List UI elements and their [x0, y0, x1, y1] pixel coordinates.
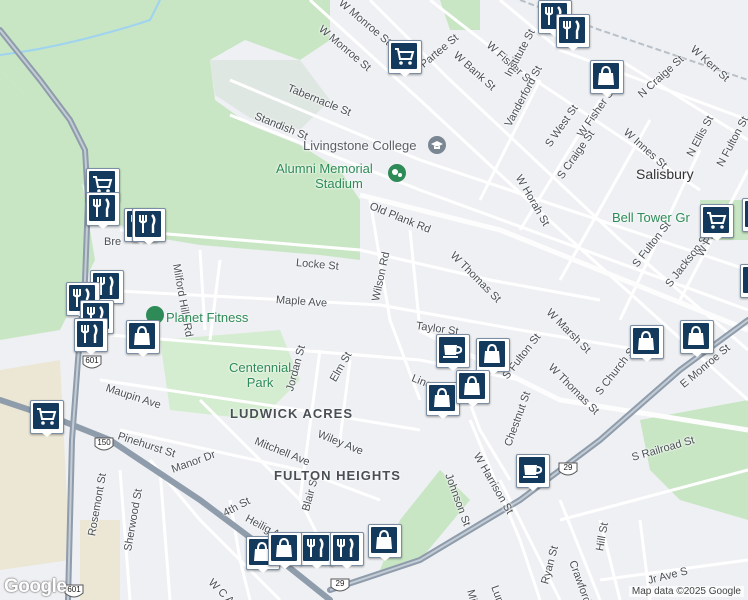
stadium-icon[interactable]: [388, 164, 406, 182]
map-attribution[interactable]: Map data ©2025 Google: [628, 586, 744, 597]
salisbury-city-label: Salisbury: [636, 166, 694, 182]
route-number: 150: [97, 438, 111, 447]
route-shield-us-150: 150: [94, 437, 114, 453]
route-number: 29: [563, 463, 573, 472]
restaurant-marker[interactable]: [300, 532, 334, 569]
shopping-marker[interactable]: [740, 264, 748, 300]
school-marker[interactable]: [742, 198, 748, 234]
cafe-marker[interactable]: [436, 334, 470, 371]
fulton-heights-label: FULTON HEIGHTS: [274, 468, 401, 483]
restaurant-marker[interactable]: [556, 14, 590, 51]
shopping-marker[interactable]: [680, 320, 714, 357]
planet-fitness-label[interactable]: Planet Fitness: [166, 310, 248, 325]
ludwick-acres-label: LUDWICK ACRES: [230, 406, 354, 421]
shopping-marker[interactable]: [268, 532, 302, 569]
park-name-line: Centennial: [229, 360, 292, 375]
shopping-marker[interactable]: [426, 382, 460, 419]
route-number: 601: [85, 356, 99, 365]
park-name-line: Park: [246, 375, 274, 390]
stadium-name-line: Alumni Memorial: [276, 161, 373, 176]
shopping-marker[interactable]: [630, 325, 664, 362]
cafe-marker[interactable]: [516, 454, 550, 491]
restaurant-marker[interactable]: [86, 192, 120, 229]
restaurant-marker[interactable]: [74, 318, 108, 355]
grocery-marker[interactable]: [388, 40, 422, 77]
google-logo: Google: [4, 576, 67, 597]
restaurant-marker[interactable]: [132, 208, 166, 245]
route-shield-us-601: 601: [64, 584, 84, 600]
college-icon[interactable]: [428, 136, 446, 154]
shopping-marker[interactable]: [590, 60, 624, 97]
route-number: 601: [67, 585, 81, 594]
livingstone-college-label[interactable]: Livingstone College: [303, 138, 416, 153]
centennial-park-label[interactable]: Centennial Park: [229, 360, 291, 390]
shopping-marker[interactable]: [476, 338, 510, 375]
route-shield-us-29: 29: [330, 578, 350, 594]
bell-tower-label[interactable]: Bell Tower Gr: [612, 210, 690, 225]
shopping-marker[interactable]: [368, 524, 402, 561]
route-shield-us-601: 601: [82, 355, 102, 371]
shopping-marker[interactable]: [126, 320, 160, 357]
grocery-marker[interactable]: [30, 400, 64, 437]
alumni-stadium-label[interactable]: Alumni Memorial Stadium: [276, 161, 373, 191]
route-number: 29: [335, 579, 345, 588]
shopping-marker[interactable]: [456, 370, 490, 407]
route-shield-us-29: 29: [558, 462, 578, 478]
street-label: Bre: [104, 236, 122, 248]
stadium-name-line: Stadium: [315, 176, 363, 191]
restaurant-marker[interactable]: [330, 532, 364, 569]
grocery-marker[interactable]: [700, 204, 734, 241]
map-canvas[interactable]: W Monroe St W Monroe St Tabernacle St St…: [0, 0, 748, 600]
